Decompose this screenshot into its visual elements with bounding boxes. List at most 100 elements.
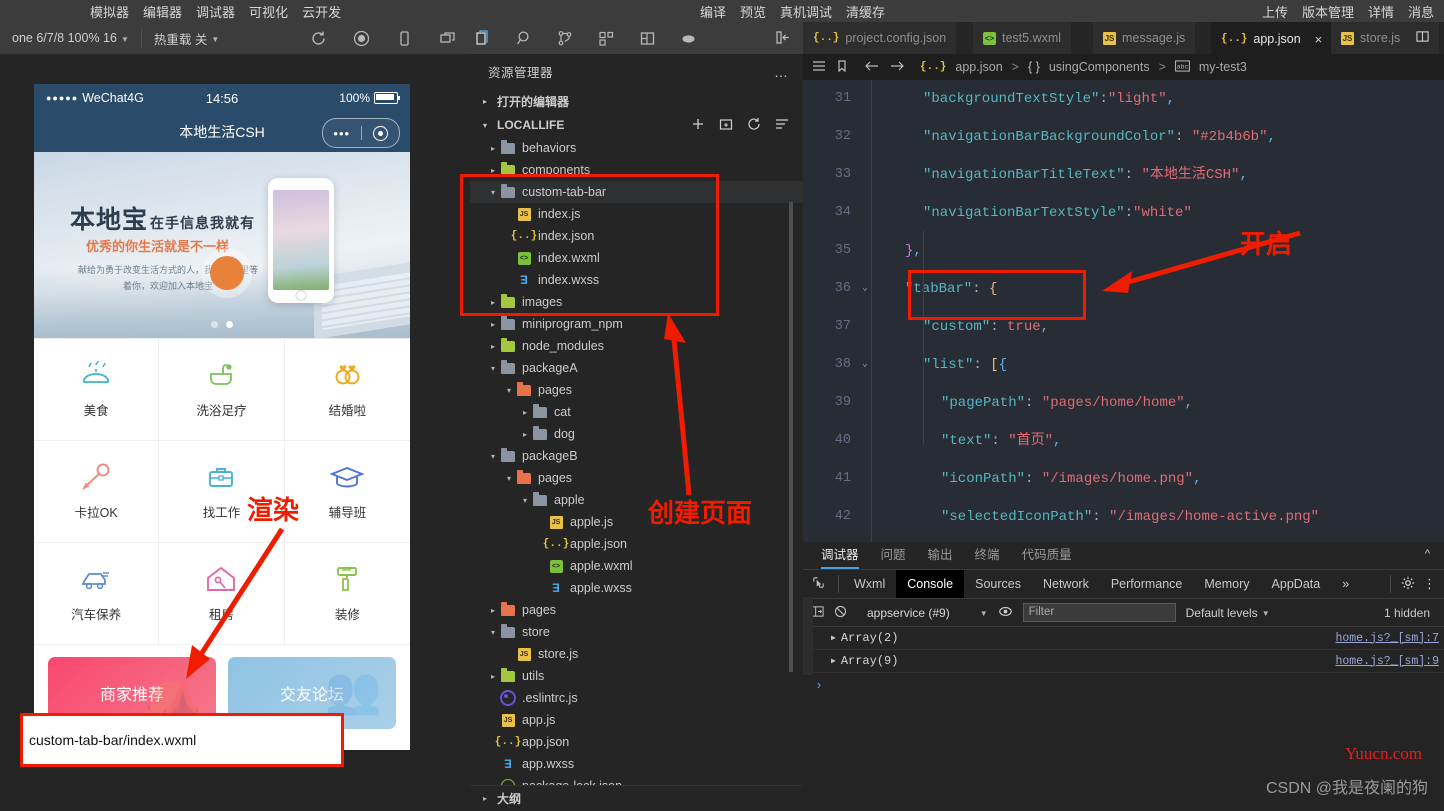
tree-folder-row[interactable]: ▾ apple [470,489,803,511]
tree-file-row[interactable]: ▸<> index.wxml [470,247,803,269]
outline-icon[interactable] [812,59,826,76]
back-arrow-icon[interactable] [864,59,880,76]
tree-folder-row[interactable]: ▸ miniprogram_npm [470,313,803,335]
chevron-right-icon[interactable]: ▸ [518,430,532,439]
record-icon[interactable] [353,30,370,47]
tree-file-row[interactable]: ▸<> apple.wxml [470,555,803,577]
breadcrumb-item-file[interactable]: app.json [955,60,1002,74]
search-icon[interactable] [516,30,533,47]
category-cell[interactable]: 结婚啦 [284,339,410,441]
menu-item-compile[interactable]: 编译 [700,2,726,21]
editor-tab-test5-wxml[interactable]: <> test5.wxml [973,22,1073,54]
tree-folder-row[interactable]: ▾ packageB [470,445,803,467]
tree-folder-row[interactable]: ▾ pages [470,467,803,489]
tree-file-row[interactable]: ▸JS apple.js [470,511,803,533]
console-tab-network[interactable]: Network [1032,570,1100,598]
chevron-down-icon[interactable]: ▾ [502,386,516,395]
console-log-row[interactable]: ▶ Array(9) home.js?_[sm]:9 [803,650,1444,673]
chevron-right-icon[interactable]: ▸ [518,408,532,417]
tree-file-row[interactable]: ▸JS index.js [470,203,803,225]
collapse-panel-icon[interactable] [775,29,792,46]
chevron-right-icon[interactable]: ▸ [486,606,500,615]
devtools-tab-output[interactable]: 输出 [928,542,953,569]
tree-file-row[interactable]: ▸ Ǝapp.wxss [470,753,803,775]
tree-folder-row[interactable]: ▾ pages [470,379,803,401]
console-log-source[interactable]: home.js?_[sm]:7 [1335,632,1444,645]
chevron-right-icon[interactable]: ▸ [486,672,500,681]
tree-folder-row[interactable]: ▾ custom-tab-bar [470,181,803,203]
gear-icon[interactable] [1395,576,1421,593]
console-tab-console[interactable]: Console [896,570,965,598]
devtools-tab-problems[interactable]: 问题 [881,542,906,569]
refresh-icon[interactable] [747,117,761,134]
new-file-icon[interactable] [691,117,705,134]
tree-file-row[interactable]: ▸ Ǝindex.wxss [470,269,803,291]
category-cell[interactable]: 租房 [159,543,285,645]
tree-file-row[interactable]: ▸{..}index.json [470,225,803,247]
expand-arrow-icon[interactable]: ▶ [831,633,836,643]
category-cell[interactable]: 找工作 [159,441,285,543]
chevron-down-icon[interactable]: ▾ [518,496,532,505]
tree-folder-row[interactable]: ▸ node_modules [470,335,803,357]
menu-item-version-control[interactable]: 版本管理 [1302,2,1354,21]
tree-file-row[interactable]: ▸JS app.js [470,709,803,731]
carousel-dot-active[interactable] [226,321,233,328]
editor-tab-app-json[interactable]: {..} app.json × [1211,22,1334,55]
editor-tab-store-js[interactable]: JS store.js [1331,22,1441,54]
more-vertical-icon[interactable]: ⋮ [1421,576,1444,592]
collapse-all-icon[interactable] [775,117,789,134]
chevron-up-icon[interactable]: ^ [1425,548,1430,560]
category-cell[interactable]: 洗浴足疗 [159,339,285,441]
new-folder-icon[interactable] [719,117,733,134]
chevron-right-icon[interactable]: ▸ [486,144,500,153]
menu-item-clear-cache[interactable]: 清缓存 [846,2,885,21]
chevron-right-icon[interactable]: ▸ [486,298,500,307]
console-context-selector[interactable]: appservice (#9) ▼ [867,606,988,620]
debug-icon[interactable] [680,30,697,47]
carousel-dot[interactable] [211,321,218,328]
close-icon[interactable]: × [1315,32,1323,47]
close-target-icon[interactable] [362,125,400,141]
windows-icon[interactable] [439,30,456,47]
editor-tab-message-js[interactable]: JS message.js [1093,22,1197,54]
menu-item-preview[interactable]: 预览 [740,2,766,21]
chevron-right-icon[interactable]: ▸ [486,342,500,351]
category-cell[interactable]: 辅导班 [284,441,410,543]
bookmark-icon[interactable] [835,59,849,76]
chevron-right-icon[interactable]: ▸ [486,166,500,175]
forward-arrow-icon[interactable] [889,59,905,76]
menu-item-debugger[interactable]: 调试器 [196,2,235,21]
menu-item-messages[interactable]: 消息 [1408,2,1434,21]
files-icon[interactable] [475,29,492,47]
menu-item-remote-debug[interactable]: 真机调试 [780,2,832,21]
open-editors-section[interactable]: ▸ 打开的编辑器 [470,89,803,113]
refresh-icon[interactable] [310,30,327,47]
category-cell[interactable]: 装修 [284,543,410,645]
phone-icon[interactable] [396,30,413,47]
expand-arrow-icon[interactable]: ▶ [831,656,836,666]
split-editor-icon[interactable] [1416,30,1429,46]
devtools-tab-terminal[interactable]: 终端 [975,542,1000,569]
more-actions-icon[interactable]: … [774,64,789,80]
breadcrumb-item-my-test3[interactable]: my-test3 [1199,60,1247,74]
menu-item-simulator[interactable]: 模拟器 [90,2,129,21]
console-prompt[interactable]: › [803,673,1444,697]
console-filter-input[interactable]: Filter [1022,603,1176,622]
source-control-icon[interactable] [557,30,574,47]
tree-folder-row[interactable]: ▾ packageA [470,357,803,379]
tree-file-row[interactable]: ▸JS store.js [470,643,803,665]
chevron-down-icon[interactable]: ▾ [486,364,500,373]
menu-item-visualization[interactable]: 可视化 [249,2,288,21]
save-icon[interactable] [639,30,656,47]
editor-tab-project-config[interactable]: {..} project.config.json [803,22,958,54]
extensions-icon[interactable] [598,30,615,47]
console-log-row[interactable]: ▶ Array(2) home.js?_[sm]:7 [803,627,1444,650]
console-tab-appdata[interactable]: AppData [1261,570,1332,598]
console-tab-wxml[interactable]: Wxml [843,570,896,598]
tree-folder-row[interactable]: ▾ store [470,621,803,643]
tree-folder-row[interactable]: ▸ utils [470,665,803,687]
capsule-button[interactable]: ••• [322,118,400,148]
tree-folder-row[interactable]: ▸ images [470,291,803,313]
carousel-dots[interactable] [211,321,233,328]
outline-section[interactable]: ▸ 大纲 [470,785,811,810]
